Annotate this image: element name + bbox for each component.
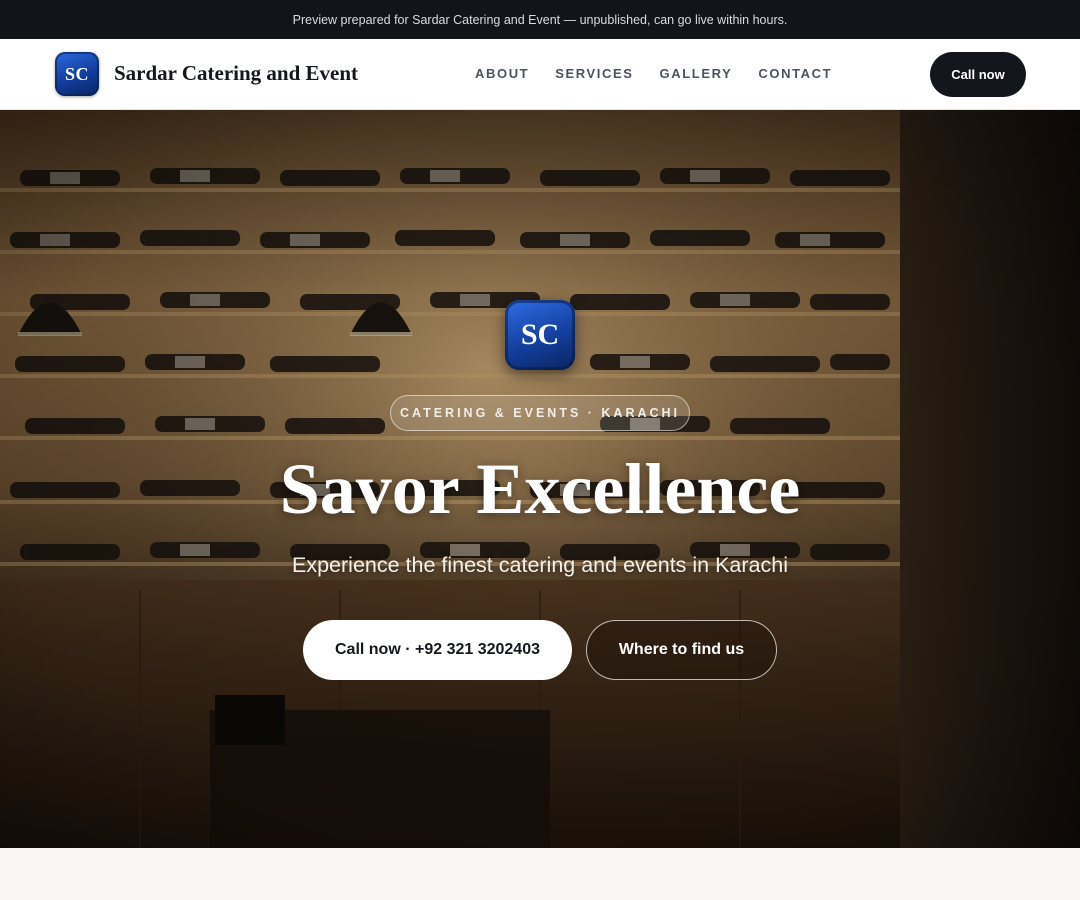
site-header: SC Sardar Catering and Event ABOUT SERVI…: [0, 39, 1080, 110]
preview-banner-text: Preview prepared for Sardar Catering and…: [292, 12, 788, 27]
hero-logo-icon: SC: [505, 300, 575, 370]
logo-initials: SC: [64, 63, 89, 84]
hero-location-button[interactable]: Where to find us: [586, 620, 777, 680]
nav-link-services[interactable]: SERVICES: [555, 66, 633, 81]
hero-subtitle: Experience the finest catering and event…: [292, 553, 788, 577]
hero-logo-initials: SC: [520, 318, 560, 351]
brand-name[interactable]: Sardar Catering and Event: [114, 61, 358, 86]
next-section: [0, 848, 1080, 900]
hero-section: SC CATERING & EVENTS · KARACHI Savor Exc…: [0, 110, 1080, 848]
logo-icon[interactable]: SC: [55, 52, 99, 96]
header-call-button[interactable]: Call now: [930, 52, 1026, 97]
main-nav: ABOUT SERVICES GALLERY CONTACT: [475, 66, 832, 81]
hero-title: Savor Excellence: [279, 449, 801, 529]
hero-call-button[interactable]: Call now · +92 321 3202403: [303, 620, 572, 680]
hero-tag: CATERING & EVENTS · KARACHI: [390, 395, 690, 431]
nav-link-about[interactable]: ABOUT: [475, 66, 529, 81]
nav-link-gallery[interactable]: GALLERY: [660, 66, 733, 81]
nav-link-contact[interactable]: CONTACT: [758, 66, 832, 81]
preview-banner: Preview prepared for Sardar Catering and…: [0, 0, 1080, 39]
